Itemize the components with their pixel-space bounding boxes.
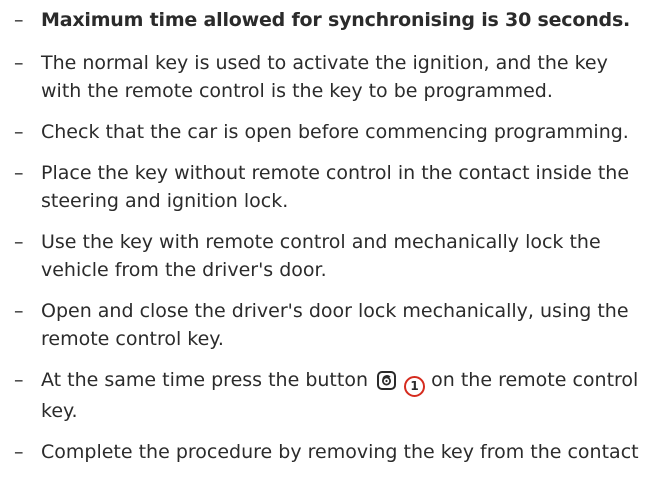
list-item: – At the same time press the button 1 on… [0,366,649,425]
list-item: – Use the key with remote control and me… [0,228,649,284]
list-item-text: Open and close the driver's door lock me… [41,300,629,350]
callout-number: 1 [404,376,426,397]
unlock-key-icon [377,371,397,390]
dash-bullet: – [14,441,24,463]
list-item-text: The normal key is used to activate the i… [41,52,608,102]
dash-bullet: – [14,300,24,322]
list-item-text-before: At the same time press the button [41,369,368,391]
list-item: – Place the key without remote control i… [0,159,649,215]
dash-bullet: – [14,121,24,143]
list-item-text: Use the key with remote control and mech… [41,231,601,281]
dash-bullet: – [14,52,24,74]
dash-bullet: – [14,231,24,253]
list-item-text: Place the key without remote control in … [41,162,630,212]
list-item: – The normal key is used to activate the… [0,49,649,105]
instruction-list: – Maximum time allowed for synchronising… [0,0,649,479]
list-item-text: Check that the car is open before commen… [41,121,629,143]
dash-bullet: – [14,9,24,31]
dash-bullet: – [14,162,24,184]
list-item-text: Complete the procedure by removing the k… [41,441,639,463]
list-item: – Check that the car is open before comm… [0,118,649,146]
list-item: – Open and close the driver's door lock … [0,297,649,353]
list-item: – Complete the procedure by removing the… [0,438,649,466]
list-item-text: Maximum time allowed for synchronising i… [41,9,631,31]
list-item: – Maximum time allowed for synchronising… [0,6,649,34]
dash-bullet: – [14,369,24,391]
